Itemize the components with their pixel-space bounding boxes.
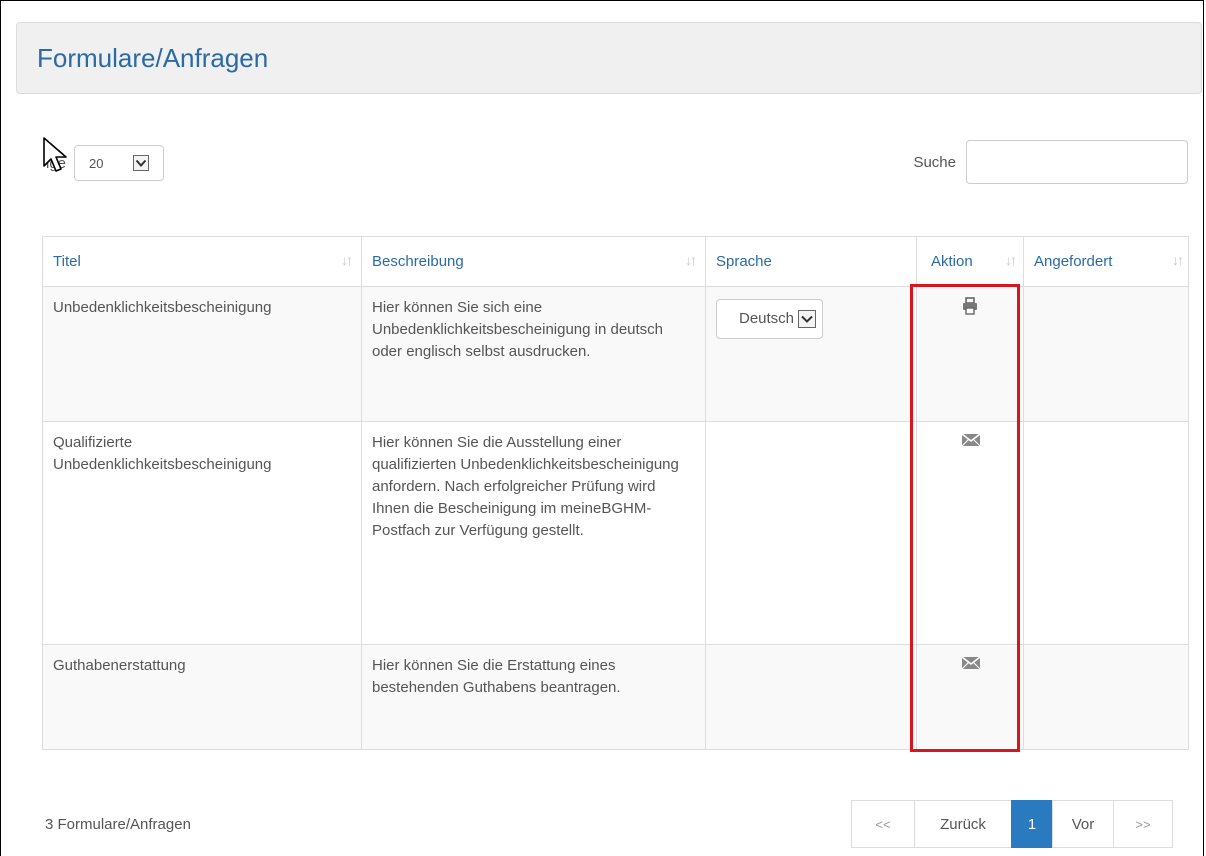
cell-angefordert [1023, 644, 1189, 750]
cell-sprache: Deutsch [705, 286, 917, 422]
cell-sprache [705, 421, 917, 645]
sort-icon: ↓↑ [1172, 252, 1184, 268]
page-title: Formulare/Anfragen [37, 43, 269, 73]
search-label: Suche [913, 153, 956, 171]
column-header-aktion[interactable]: Aktion ↓↑ [916, 236, 1024, 287]
pager-next-button[interactable]: Vor [1052, 800, 1114, 848]
highlight-box [910, 284, 1020, 752]
chevron-down-icon [798, 310, 817, 328]
page-length-value: 20 [89, 155, 104, 171]
cell-sprache [705, 644, 917, 750]
column-header-titel[interactable]: Titel ↓↑ [42, 236, 362, 287]
chevron-down-icon [133, 155, 150, 171]
cell-beschreibung: Hier können Sie die Ausstellung einer qu… [361, 421, 706, 645]
cell-beschreibung: Hier können Sie sich eine Unbedenklichke… [361, 286, 706, 422]
search-control: Suche [913, 140, 1188, 184]
cell-titel: Unbedenklichkeitsbescheinigung [42, 286, 362, 422]
column-header-sprache: Sprache [705, 236, 917, 287]
pager-first-button[interactable]: << [851, 800, 915, 848]
pager-page-1[interactable]: 1 [1011, 800, 1053, 848]
sort-icon: ↓↑ [341, 252, 353, 268]
table-info: 3 Formulare/Anfragen [45, 816, 191, 833]
cell-beschreibung: Hier können Sie die Erstattung eines bes… [361, 644, 706, 750]
column-header-angefordert[interactable]: Angefordert ↓↑ [1023, 236, 1189, 287]
sort-icon: ↓↑ [1005, 252, 1017, 268]
column-header-beschreibung[interactable]: Beschreibung ↓↑ [361, 236, 706, 287]
pager-prev-button[interactable]: Zurück [914, 800, 1012, 848]
pager-last-button[interactable]: >> [1113, 800, 1173, 848]
cell-titel: Qualifizierte Unbedenklichkeitsbescheini… [42, 421, 362, 645]
cell-titel: Guthabenerstattung [42, 644, 362, 750]
pagination: << Zurück 1 Vor >> [851, 800, 1173, 848]
language-select[interactable]: Deutsch [716, 299, 824, 339]
cell-angefordert [1023, 421, 1189, 645]
search-input[interactable] [966, 140, 1188, 184]
panel-heading: Formulare/Anfragen [16, 22, 1202, 94]
sort-icon: ↓↑ [685, 252, 697, 268]
page-length-select[interactable]: 20 [74, 145, 165, 181]
mouse-cursor-icon [43, 137, 67, 172]
cell-angefordert [1023, 286, 1189, 422]
